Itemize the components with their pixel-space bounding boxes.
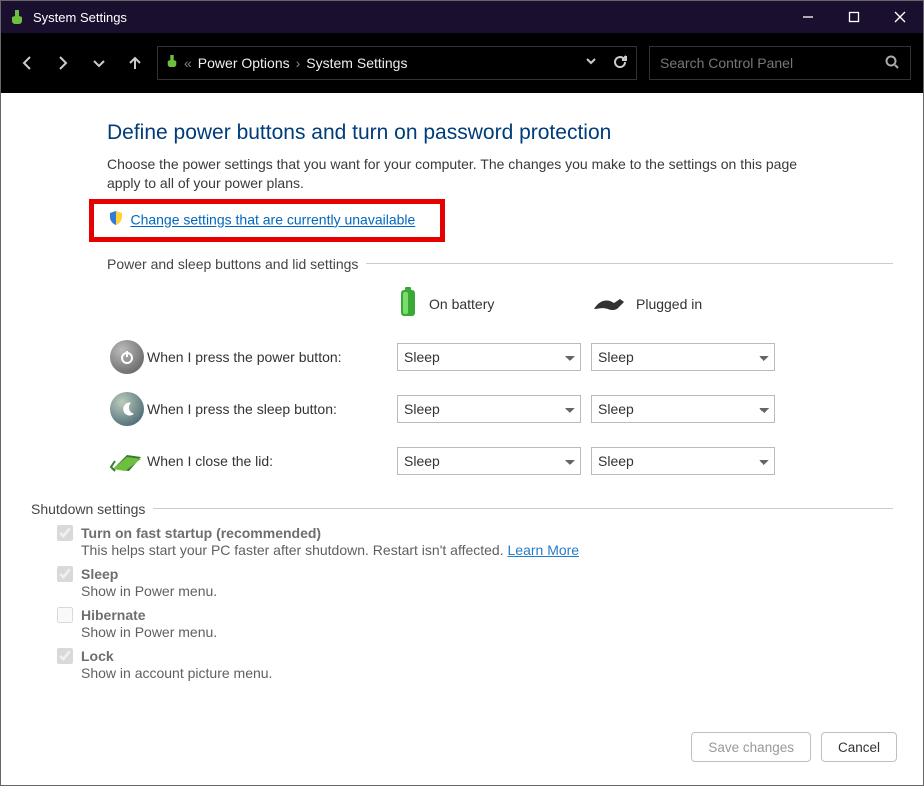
- navbar: « Power Options › System Settings Search…: [1, 33, 923, 93]
- minimize-button[interactable]: [785, 1, 831, 33]
- breadcrumb-power-options[interactable]: Power Options: [198, 55, 290, 71]
- address-dropdown-icon[interactable]: [584, 54, 598, 73]
- breadcrumb-sep: ›: [296, 55, 301, 71]
- learn-more-link[interactable]: Learn More: [508, 542, 580, 558]
- change-settings-link[interactable]: Change settings that are currently unava…: [130, 212, 415, 228]
- sleep-button-battery-select[interactable]: Sleep: [397, 395, 581, 423]
- close-button[interactable]: [877, 1, 923, 33]
- up-button[interactable]: [121, 49, 149, 77]
- battery-column-icon: [397, 286, 419, 323]
- row-power-button: When I press the power button: Sleep Sle…: [107, 331, 893, 383]
- col-plug-label: Plugged in: [636, 296, 702, 312]
- lid-battery-select[interactable]: Sleep: [397, 447, 581, 475]
- lid-plugged-select[interactable]: Sleep: [591, 447, 775, 475]
- shield-icon: [108, 210, 126, 231]
- sleep-icon: [110, 392, 144, 426]
- page-heading: Define power buttons and turn on passwor…: [107, 121, 893, 145]
- forward-button[interactable]: [49, 49, 77, 77]
- lid-icon: [107, 447, 147, 475]
- lock-checkbox[interactable]: [57, 648, 73, 664]
- refresh-icon[interactable]: [612, 54, 628, 73]
- chk-lock: Lock Show in account picture menu.: [57, 648, 893, 681]
- row2-label: When I close the lid:: [147, 453, 397, 469]
- sleep-checkbox[interactable]: [57, 566, 73, 582]
- search-placeholder: Search Control Panel: [660, 55, 793, 71]
- plug-column-icon: [592, 293, 626, 316]
- sleep-button-plugged-select[interactable]: Sleep: [591, 395, 775, 423]
- row1-label: When I press the sleep button:: [147, 401, 397, 417]
- section1-title: Power and sleep buttons and lid settings: [107, 256, 358, 272]
- power-icon: [110, 340, 144, 374]
- row0-label: When I press the power button:: [147, 349, 397, 365]
- power-button-plugged-select[interactable]: Sleep: [591, 343, 775, 371]
- maximize-button[interactable]: [831, 1, 877, 33]
- search-icon: [884, 54, 900, 73]
- recent-button[interactable]: [85, 49, 113, 77]
- section-shutdown: Shutdown settings: [31, 501, 893, 517]
- col-battery-label: On battery: [429, 296, 494, 312]
- save-changes-button[interactable]: Save changes: [691, 732, 811, 762]
- titlebar: System Settings: [1, 1, 923, 33]
- window-title: System Settings: [33, 10, 127, 25]
- row-lid: When I close the lid: Sleep Sleep: [107, 435, 893, 487]
- breadcrumb-chevron: «: [184, 55, 192, 71]
- cancel-button[interactable]: Cancel: [821, 732, 897, 762]
- search-box[interactable]: Search Control Panel: [649, 46, 911, 80]
- column-headers: On battery Plugged in: [107, 286, 893, 323]
- battery-icon: [166, 53, 178, 73]
- page-subtext: Choose the power settings that you want …: [107, 155, 807, 193]
- content-area: Define power buttons and turn on passwor…: [1, 93, 923, 711]
- section2-title: Shutdown settings: [31, 501, 145, 517]
- chk-hibernate: Hibernate Show in Power menu.: [57, 607, 893, 640]
- chk-sleep: Sleep Show in Power menu.: [57, 566, 893, 599]
- fast-startup-checkbox[interactable]: [57, 525, 73, 541]
- hibernate-checkbox[interactable]: [57, 607, 73, 623]
- back-button[interactable]: [13, 49, 41, 77]
- breadcrumb-system-settings[interactable]: System Settings: [306, 55, 407, 71]
- highlighted-link-box: Change settings that are currently unava…: [89, 199, 445, 242]
- app-icon: [1, 9, 33, 25]
- chk-fast-startup: Turn on fast startup (recommended) This …: [57, 525, 893, 558]
- row-sleep-button: When I press the sleep button: Sleep Sle…: [107, 383, 893, 435]
- section-power-buttons: Power and sleep buttons and lid settings: [107, 256, 893, 272]
- footer: Save changes Cancel: [1, 711, 923, 783]
- address-bar[interactable]: « Power Options › System Settings: [157, 46, 637, 80]
- power-button-battery-select[interactable]: Sleep: [397, 343, 581, 371]
